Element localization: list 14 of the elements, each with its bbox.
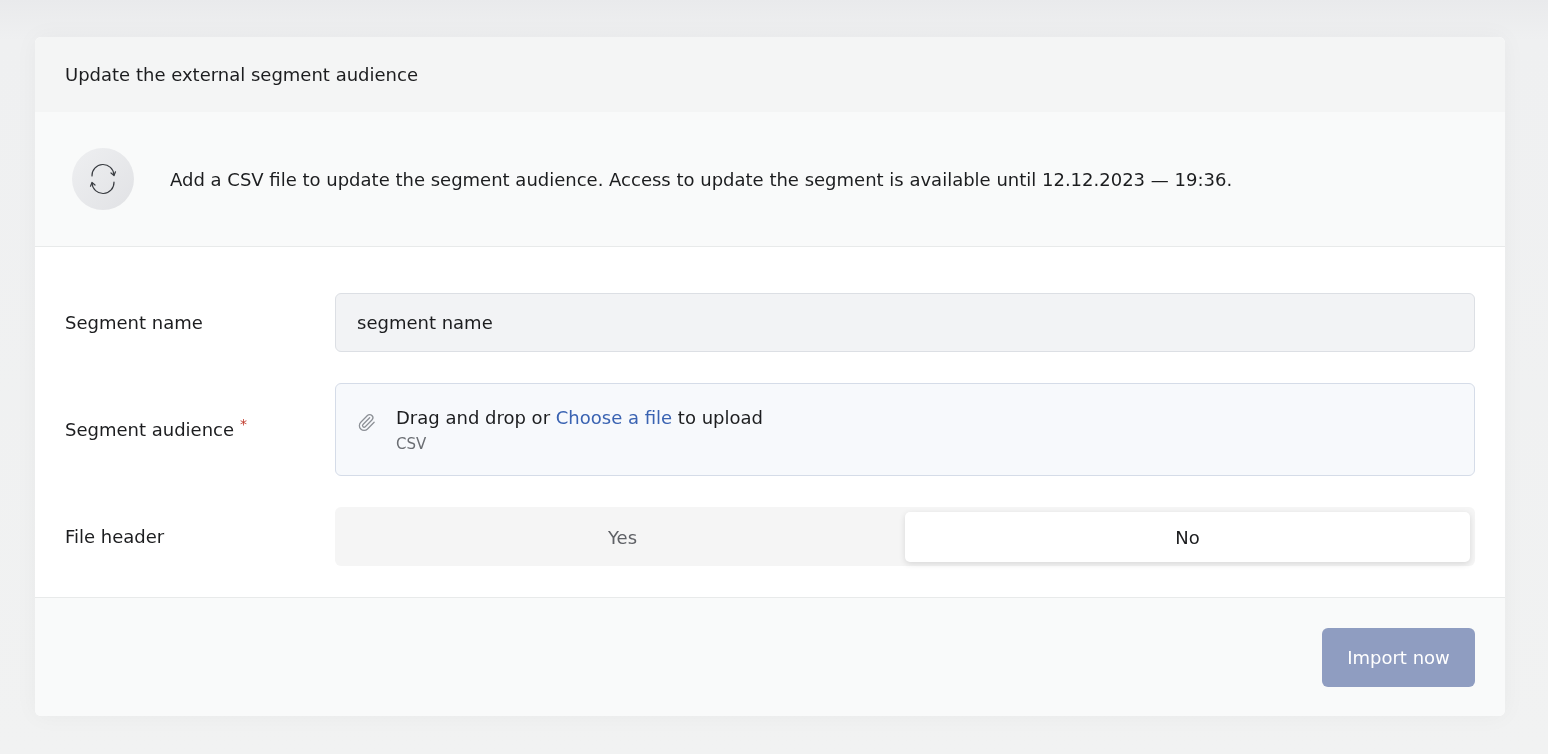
dialog-title: Update the external segment audience xyxy=(65,63,418,87)
segment-option[interactable]: Yes xyxy=(340,512,905,562)
choose-file-link[interactable]: Choose a file xyxy=(555,407,673,428)
file-type-hint: CSV xyxy=(396,435,428,453)
required-asterisk: * xyxy=(240,417,248,431)
notice-text: Add a CSV file to update the segment audience. Access to update the segment is available until 12.12.2023 — 19:36. xyxy=(170,167,1233,192)
text-field[interactable]: segment name xyxy=(335,293,1475,352)
field-label: Segment name xyxy=(65,311,203,335)
upload-prompt: Drag and drop or Choose a file to upload xyxy=(396,406,763,430)
segment-option[interactable]: No xyxy=(905,512,1470,562)
paperclip-icon xyxy=(357,413,376,432)
file-drop-zone[interactable]: Drag and drop or Choose a file to upload CSV xyxy=(335,383,1475,476)
field-label: Segment audience xyxy=(65,418,235,442)
field-label: File header xyxy=(65,525,165,549)
